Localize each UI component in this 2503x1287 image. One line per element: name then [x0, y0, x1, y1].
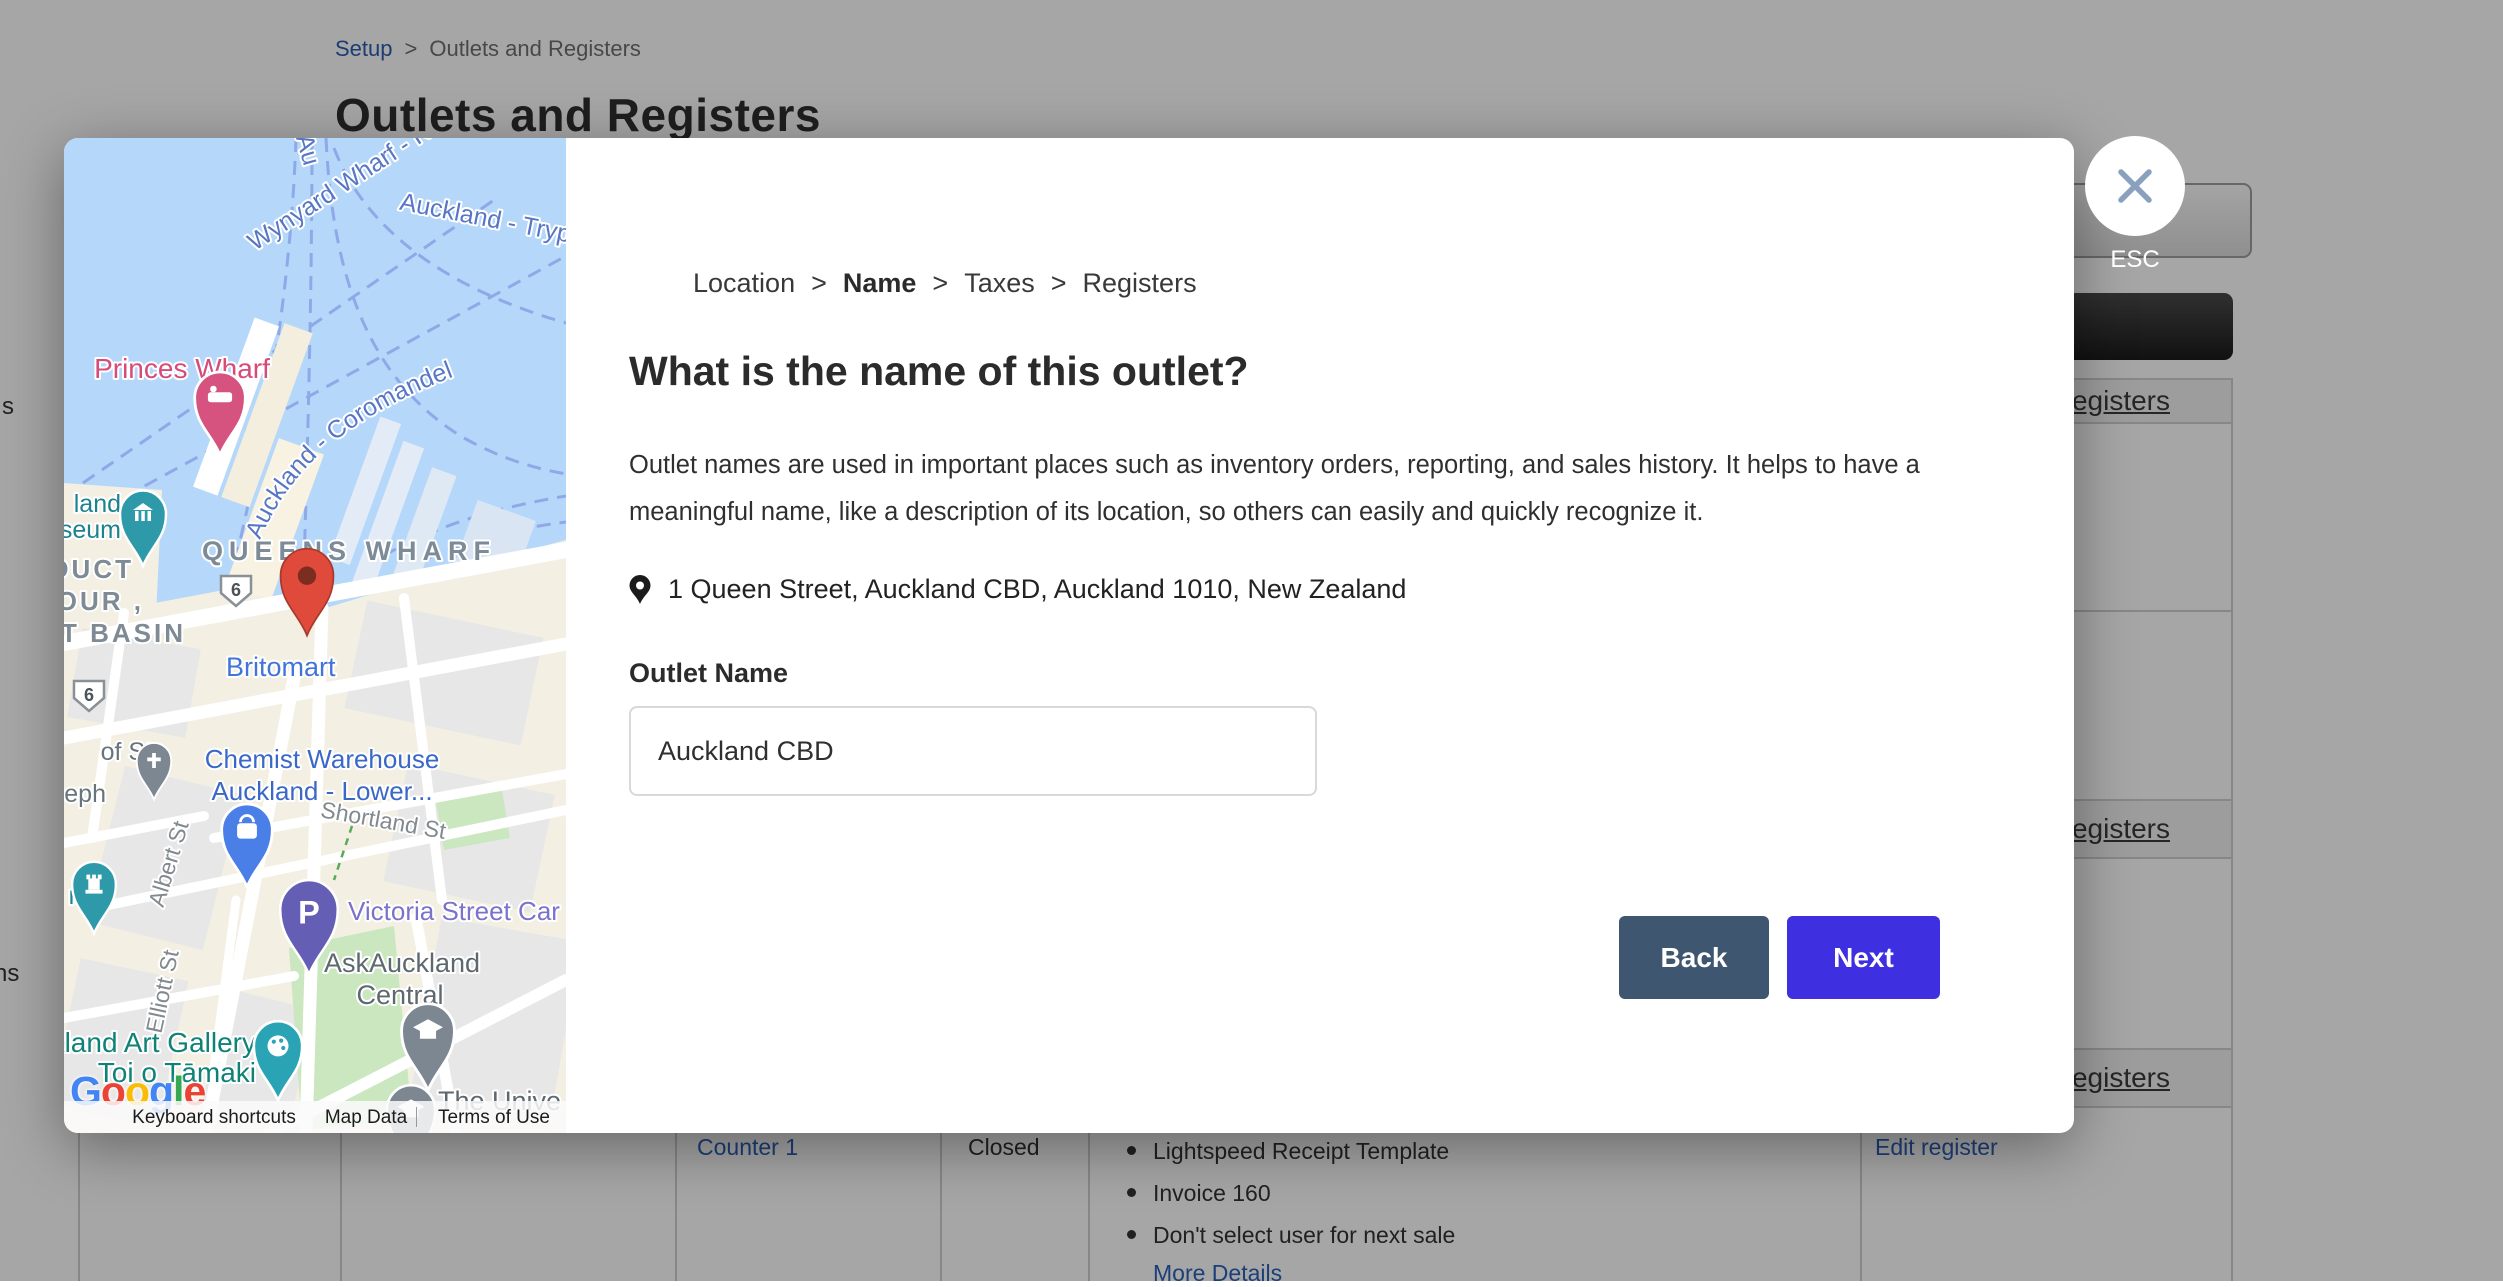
map-panel[interactable]: Wynyard Wharf - Ke Auckland - Tryp Au Au…: [64, 138, 566, 1133]
back-button[interactable]: Back: [1619, 916, 1769, 999]
map-label-stjoseph-line2: seph: [64, 780, 106, 808]
map-data-link[interactable]: Map Data: [325, 1107, 407, 1129]
wizard-description: Outlet names are used in important place…: [629, 442, 1997, 536]
route-6-number: 6: [84, 685, 94, 705]
map-label-museum-line2: seum: [64, 516, 121, 544]
wizard-title: What is the name of this outlet?: [629, 348, 1249, 395]
esc-label: ESC: [2085, 246, 2185, 274]
step-separator: >: [932, 268, 948, 299]
map-label-britomart: Britomart: [226, 652, 336, 682]
location-pin-icon: [629, 575, 651, 605]
next-button[interactable]: Next: [1787, 916, 1940, 999]
parking-pin-letter: P: [298, 894, 320, 930]
map-label-art-gallery-line1: kland Art Gallery: [64, 1027, 256, 1058]
map-label-viaduct-line2: BOUR ,: [64, 586, 144, 616]
map-label-victoria-carpark: Victoria Street Car: [348, 896, 560, 926]
map-label-viaduct-line1: DUCT: [64, 554, 134, 584]
close-button[interactable]: [2085, 136, 2185, 236]
step-taxes[interactable]: Taxes: [964, 268, 1035, 299]
route-6-number: 6: [231, 580, 241, 600]
map-label-viaduct-line3: T BASIN: [64, 618, 186, 648]
outlet-name-label: Outlet Name: [629, 658, 788, 689]
terms-of-use-link[interactable]: Terms of Use: [438, 1107, 550, 1129]
map-footer: Keyboard shortcuts Map Data Terms of Use: [64, 1101, 566, 1133]
address-text: 1 Queen Street, Auckland CBD, Auckland 1…: [668, 574, 1406, 605]
step-name[interactable]: Name: [843, 268, 917, 299]
footer-divider: [416, 1107, 417, 1127]
map-label-queens-wharf: QUEENS WHARF: [202, 536, 496, 566]
map-label-princes-wharf: Princes Wharf: [94, 353, 270, 384]
map-canvas: Wynyard Wharf - Ke Auckland - Tryp Au Au…: [64, 138, 566, 1133]
close-icon: [2085, 136, 2185, 236]
map-label-askauckland-line1: AskAuckland: [324, 948, 480, 978]
map-label-museum-line1: land: [74, 490, 121, 518]
keyboard-shortcuts-link[interactable]: Keyboard shortcuts: [132, 1107, 296, 1129]
address-row: 1 Queen Street, Auckland CBD, Auckland 1…: [629, 574, 1406, 605]
wizard-steps: Location > Name > Taxes > Registers: [693, 268, 1197, 299]
step-separator: >: [1051, 268, 1067, 299]
step-location[interactable]: Location: [693, 268, 795, 299]
step-separator: >: [811, 268, 827, 299]
map-label-chemist-line1: Chemist Warehouse: [205, 744, 440, 774]
outlet-wizard-modal: Wynyard Wharf - Ke Auckland - Tryp Au Au…: [64, 138, 2074, 1133]
outlet-name-input[interactable]: [629, 706, 1317, 796]
step-registers[interactable]: Registers: [1083, 268, 1197, 299]
